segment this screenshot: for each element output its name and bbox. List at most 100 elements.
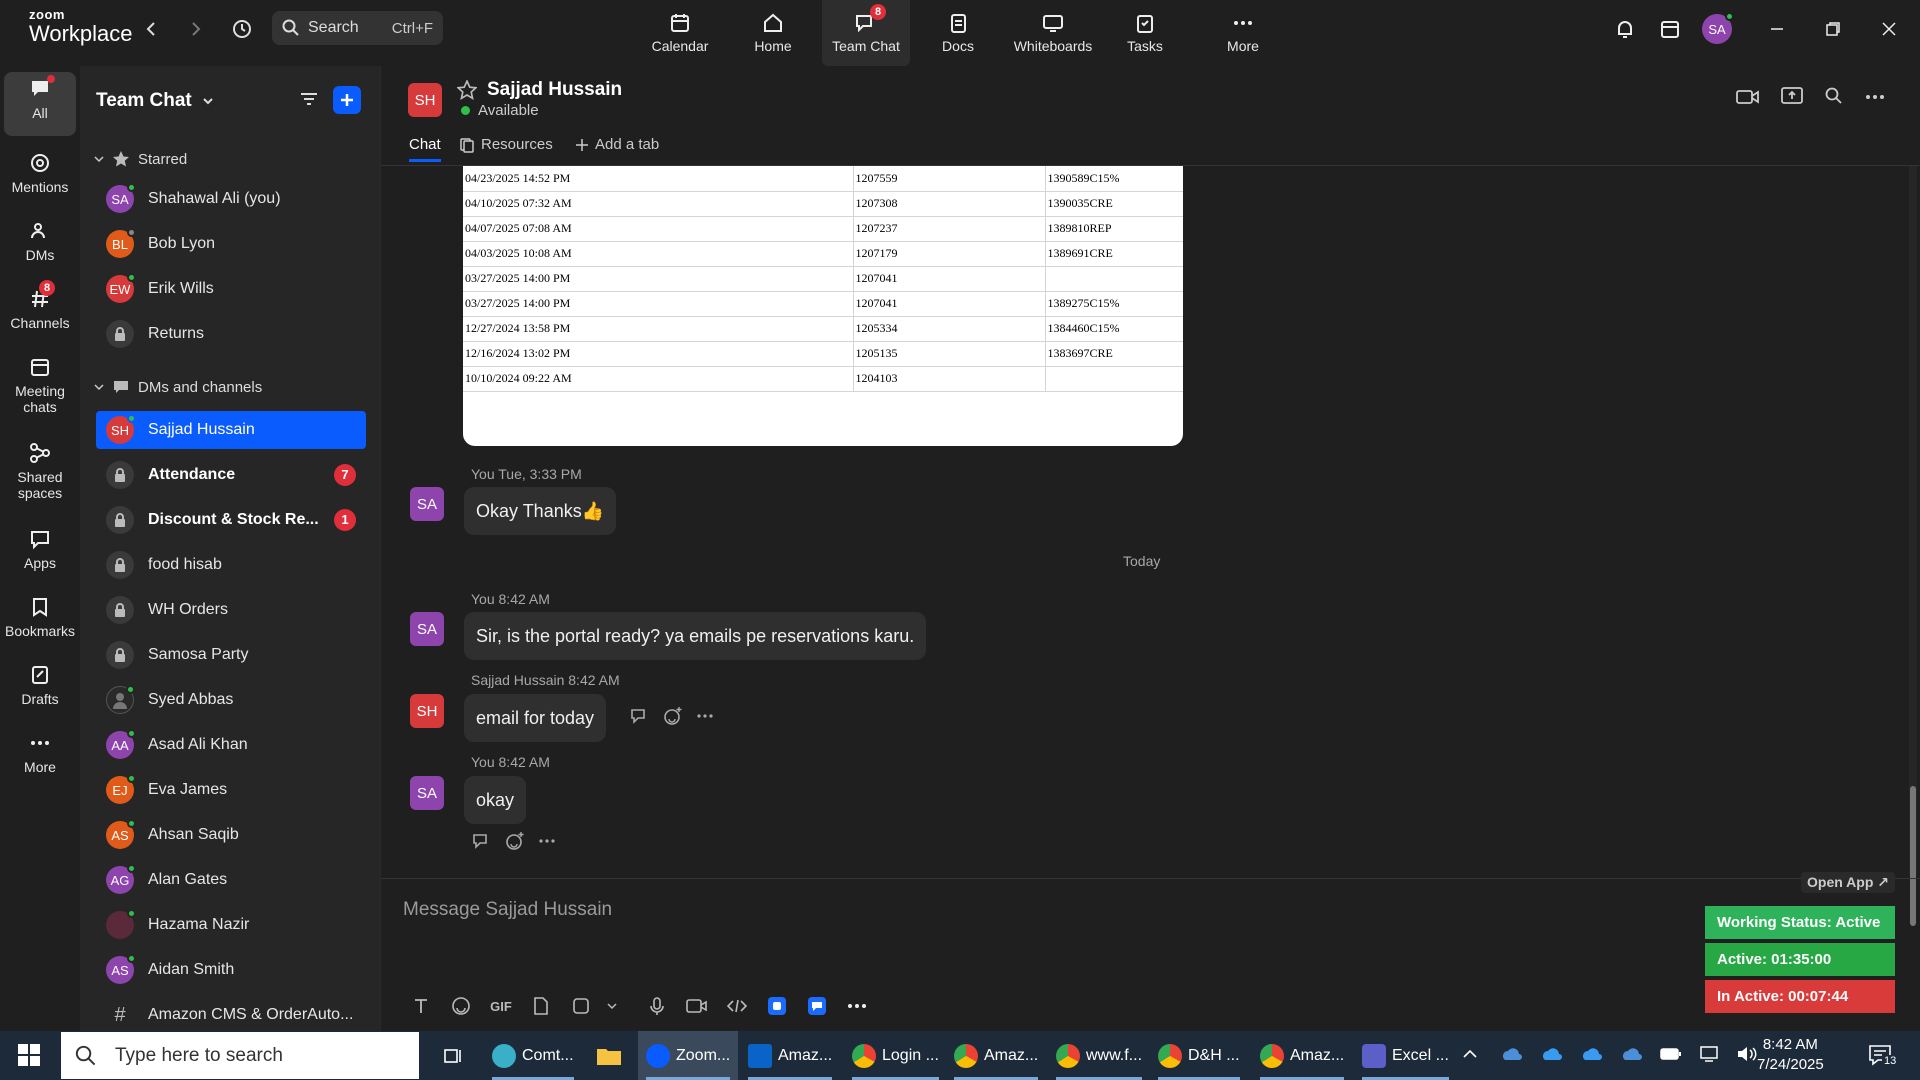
volume-icon[interactable] xyxy=(1736,1045,1758,1063)
attach-file-button[interactable] xyxy=(521,991,561,1021)
sidebar-item-discount-stock[interactable]: Discount & Stock Re... 1 xyxy=(96,501,366,539)
user-avatar[interactable]: SA xyxy=(1702,12,1734,44)
tab-docs[interactable]: Docs xyxy=(923,0,993,66)
search-bar[interactable]: Search Ctrl+F xyxy=(272,11,443,45)
onedrive-icon[interactable] xyxy=(1580,1046,1604,1062)
network-icon[interactable] xyxy=(1698,1045,1720,1063)
taskbar-file-explorer[interactable] xyxy=(588,1031,630,1080)
rail-more[interactable]: More xyxy=(4,726,76,775)
screenshot-button[interactable] xyxy=(561,991,601,1021)
section-dms-and-channels[interactable]: DMs and channels xyxy=(94,378,262,396)
taskbar-app-outlook[interactable]: Amaz... xyxy=(740,1031,840,1080)
message-bubble[interactable]: okay xyxy=(464,776,527,824)
sidebar-item-attendance[interactable]: Attendance 7 xyxy=(96,456,366,494)
tab-chat[interactable]: Chat xyxy=(409,136,441,162)
system-tray-expand[interactable] xyxy=(1462,1048,1478,1060)
message-input[interactable]: Message Sajjad Hussain xyxy=(403,899,612,921)
rail-drafts[interactable]: Drafts xyxy=(4,658,76,707)
taskbar-search[interactable]: Type here to search xyxy=(61,1032,419,1079)
sidebar-item-aidan-smith[interactable]: AS Aidan Smith xyxy=(96,951,366,989)
sidebar-item-ahsan-saqib[interactable]: AS Ahsan Saqib xyxy=(96,816,366,854)
sidebar-item-syed-abbas[interactable]: Syed Abbas xyxy=(96,681,366,719)
rail-dms[interactable]: DMs xyxy=(4,214,76,263)
sidebar-item-eva-james[interactable]: EJ Eva James xyxy=(96,771,366,809)
message-avatar[interactable]: SA xyxy=(410,612,444,646)
message-bubble[interactable]: email for today xyxy=(464,694,607,742)
rail-all[interactable]: All xyxy=(4,72,76,136)
rail-meeting-chats[interactable]: Meeting chats xyxy=(4,350,76,415)
notifications-button[interactable] xyxy=(1612,16,1638,42)
contact-avatar[interactable]: SH xyxy=(408,83,442,117)
scrollbar-track[interactable] xyxy=(1909,166,1917,926)
app-button-two[interactable] xyxy=(797,991,837,1021)
battery-icon[interactable] xyxy=(1660,1047,1682,1061)
composer-more-button[interactable] xyxy=(837,991,877,1021)
gif-button[interactable]: GIF xyxy=(481,991,521,1021)
tab-team-chat[interactable]: 8 Team Chat xyxy=(822,0,910,66)
taskbar-app-comt[interactable]: Comt... xyxy=(484,1031,582,1080)
tab-whiteboards[interactable]: Whiteboards xyxy=(1008,0,1098,66)
onedrive-icon[interactable] xyxy=(1540,1046,1564,1062)
notification-center-button[interactable]: 13 xyxy=(1868,1043,1899,1067)
share-screen-button[interactable] xyxy=(1781,86,1803,106)
taskbar-app-chrome-amaz[interactable]: Amaz... xyxy=(946,1031,1046,1080)
history-button[interactable] xyxy=(228,16,254,42)
restore-button[interactable] xyxy=(1820,16,1846,42)
screenshot-options-button[interactable] xyxy=(601,991,623,1021)
emoji-reaction-icon[interactable] xyxy=(505,831,525,851)
chat-more-button[interactable] xyxy=(1865,94,1885,100)
calendar-widget-button[interactable] xyxy=(1657,16,1683,42)
rail-shared-spaces[interactable]: Shared spaces xyxy=(4,436,76,501)
message-avatar[interactable]: SH xyxy=(410,694,444,728)
tab-calendar[interactable]: Calendar xyxy=(645,0,715,66)
format-text-button[interactable] xyxy=(401,991,441,1021)
sidebar-item-alan-gates[interactable]: AG Alan Gates xyxy=(96,861,366,899)
sidebar-item-wh-orders[interactable]: WH Orders xyxy=(96,591,366,629)
close-window-button[interactable] xyxy=(1876,16,1902,42)
emoji-button[interactable] xyxy=(441,991,481,1021)
video-message-button[interactable] xyxy=(677,991,717,1021)
rail-apps[interactable]: Apps xyxy=(4,522,76,571)
new-chat-button[interactable] xyxy=(333,86,361,114)
voice-message-button[interactable] xyxy=(637,991,677,1021)
sidebar-title[interactable]: Team Chat xyxy=(96,90,214,112)
onedrive-icon[interactable] xyxy=(1500,1046,1524,1062)
sidebar-item-bob-lyon[interactable]: BL Bob Lyon xyxy=(96,225,366,263)
message-bubble[interactable]: Okay Thanks👍 xyxy=(464,487,617,535)
more-dots-icon[interactable] xyxy=(697,713,713,719)
sidebar-item-erik-wills[interactable]: EW Erik Wills xyxy=(96,270,366,308)
taskbar-app-teams-excel[interactable]: Excel ... xyxy=(1354,1031,1457,1080)
tab-tasks[interactable]: Tasks xyxy=(1110,0,1180,66)
taskbar-app-chrome-dh[interactable]: D&H ... xyxy=(1150,1031,1248,1080)
more-dots-icon[interactable] xyxy=(539,838,555,844)
message-avatar[interactable]: SA xyxy=(410,776,444,810)
app-button-one[interactable] xyxy=(757,991,797,1021)
rail-bookmarks[interactable]: Bookmarks xyxy=(4,590,76,639)
sidebar-item-asad-ali-khan[interactable]: AA Asad Ali Khan xyxy=(96,726,366,764)
onedrive-icon[interactable] xyxy=(1620,1046,1644,1062)
task-view-button[interactable] xyxy=(434,1031,472,1080)
message-avatar[interactable]: SA xyxy=(410,487,444,521)
section-starred[interactable]: Starred xyxy=(94,150,187,168)
system-clock[interactable]: 8:42 AM 7/24/2025 xyxy=(1757,1035,1824,1075)
tab-resources[interactable]: Resources xyxy=(459,136,553,153)
shared-image-table[interactable]: 04/23/2025 14:52 PM 1207559 1390589C15% 04/… xyxy=(463,166,1183,446)
back-button[interactable] xyxy=(138,16,164,42)
filter-button[interactable] xyxy=(298,88,320,110)
message-bubble[interactable]: Sir, is the portal ready? ya emails pe r… xyxy=(464,612,927,660)
contact-name[interactable]: Sajjad Hussain xyxy=(487,79,622,101)
sidebar-item-samosa-party[interactable]: Samosa Party xyxy=(96,636,366,674)
taskbar-app-chrome-amaz-2[interactable]: Amaz... xyxy=(1252,1031,1352,1080)
sidebar-item-hazama-nazir[interactable]: Hazama Nazir xyxy=(96,906,366,944)
video-call-button[interactable] xyxy=(1736,88,1760,106)
taskbar-app-chrome-login[interactable]: Login ... xyxy=(844,1031,947,1080)
start-button[interactable] xyxy=(18,1044,40,1066)
tab-more[interactable]: More xyxy=(1208,0,1278,66)
chat-search-button[interactable] xyxy=(1825,87,1843,105)
taskbar-app-chrome-www[interactable]: www.f... xyxy=(1048,1031,1150,1080)
minimize-button[interactable] xyxy=(1764,16,1790,42)
sidebar-item-shahawal-ali[interactable]: SA Shahawal Ali (you) xyxy=(96,180,366,218)
reply-icon[interactable] xyxy=(629,706,649,726)
open-app-button[interactable]: Open App ↗ xyxy=(1801,872,1895,893)
favorite-button[interactable] xyxy=(457,80,477,100)
